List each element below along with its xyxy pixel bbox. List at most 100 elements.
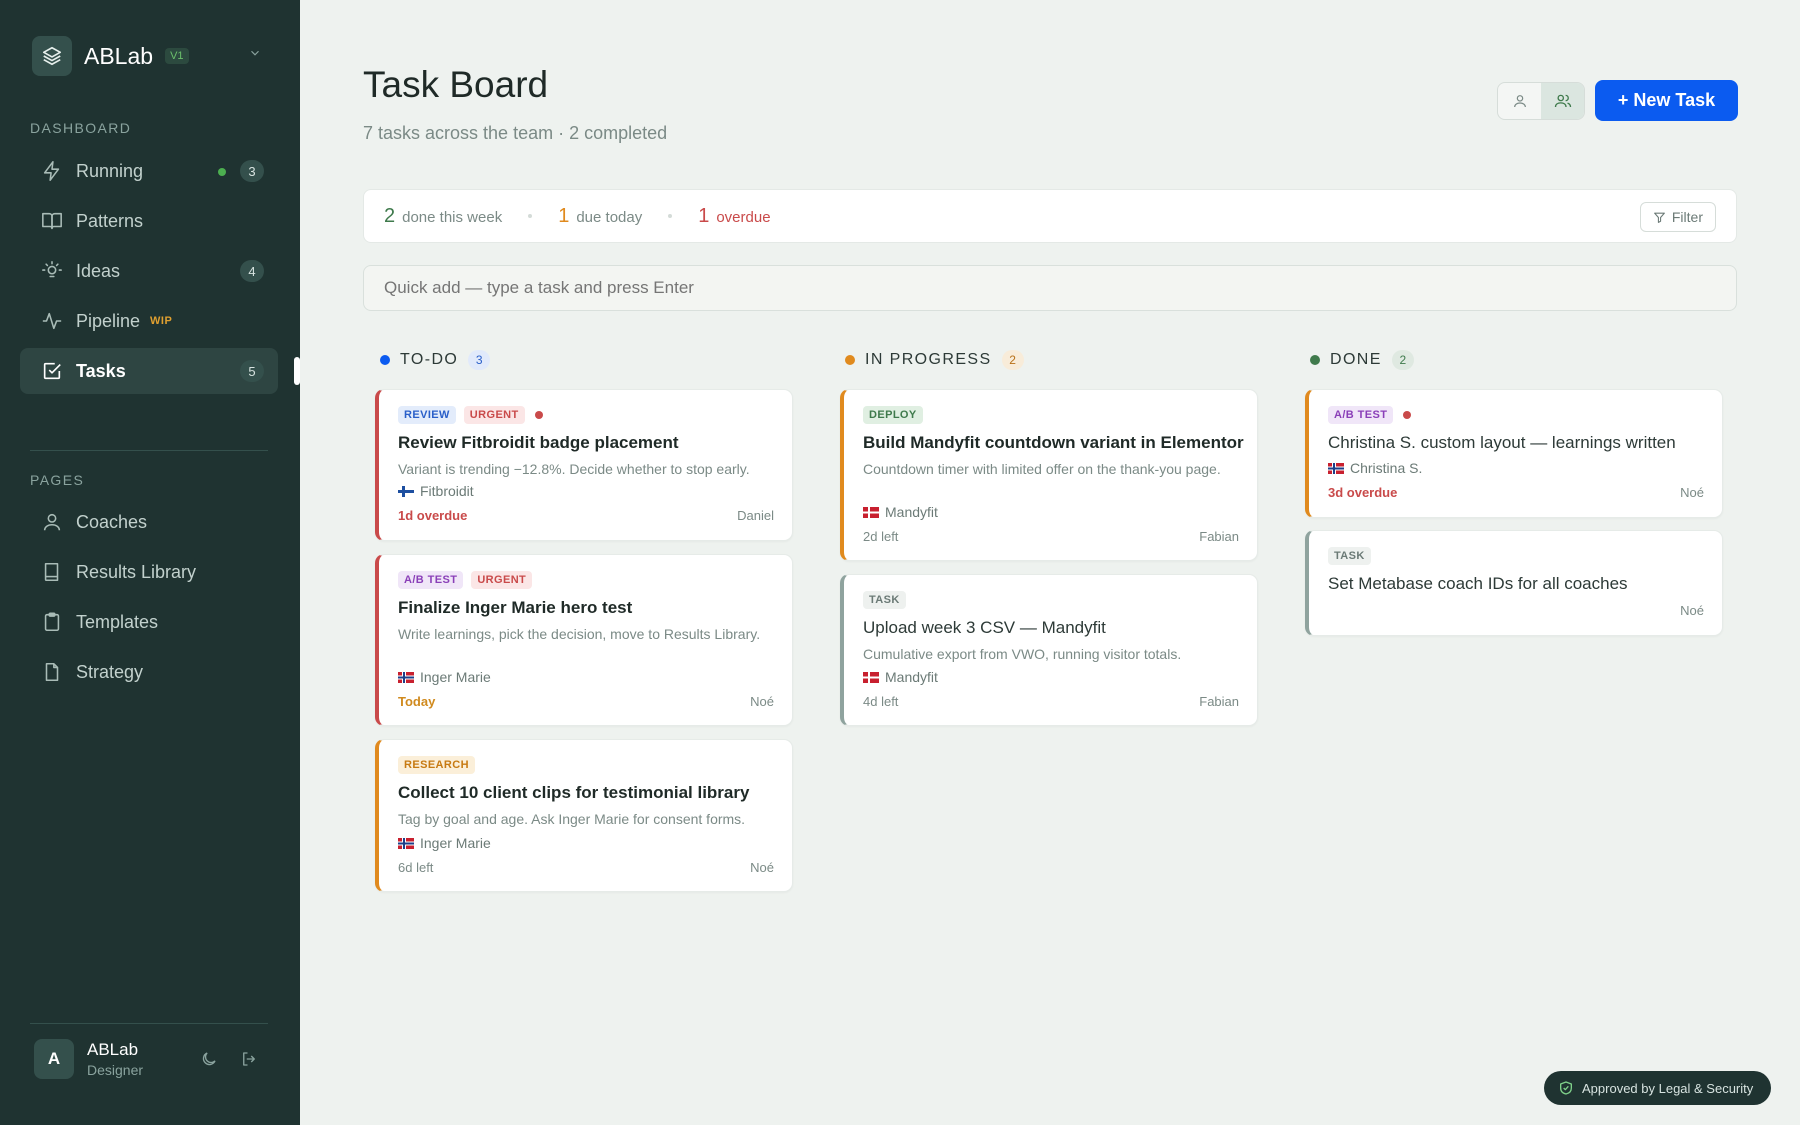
sidebar-divider: [30, 450, 268, 451]
logout-icon[interactable]: [237, 1047, 261, 1071]
filter-icon: [1653, 211, 1666, 224]
live-indicator: [218, 168, 226, 176]
sidebar-item-label: Tasks: [76, 360, 126, 381]
tag-urgent: URGENT: [463, 406, 525, 424]
norway-flag-icon: [1328, 462, 1344, 474]
stat-label: overdue: [716, 208, 771, 226]
page-title: Task Board: [363, 64, 549, 105]
approved-label: Approved by Legal & Security: [1582, 1080, 1754, 1096]
sidebar-item-templates[interactable]: Templates: [20, 599, 278, 645]
quick-add-input[interactable]: [363, 265, 1737, 311]
column-header-in-progress: IN PROGRESS 2: [845, 350, 1024, 370]
active-indicator: [294, 357, 300, 385]
sidebar-item-label: Results Library: [76, 561, 197, 582]
tag-ab-test: A/B TEST: [1328, 406, 1394, 424]
card-title: Build Mandyfit countdown variant in Elem…: [863, 433, 1244, 452]
card-owner: Noé: [1680, 485, 1704, 500]
sidebar-item-running[interactable]: Running 3: [20, 148, 278, 194]
tag-task: TASK: [863, 591, 906, 609]
card-title: Upload week 3 CSV — Mandyfit: [863, 618, 1106, 637]
card-due: 2d left: [863, 529, 899, 544]
team-view-button[interactable]: [1541, 83, 1584, 119]
stat-number: 1: [558, 204, 570, 227]
column-title: TO-DO: [400, 351, 459, 368]
sidebar-item-pipeline[interactable]: Pipeline WIP: [20, 298, 278, 344]
card-title: Review Fitbroidit badge placement: [398, 433, 679, 452]
client-name: Christina S.: [1350, 460, 1423, 476]
client-name: Inger Marie: [420, 669, 491, 685]
single-user-view-button[interactable]: [1498, 83, 1541, 119]
tag-review: REVIEW: [398, 406, 456, 424]
separator: [528, 214, 533, 218]
sidebar-divider: [30, 1023, 268, 1024]
card-due: 6d left: [398, 860, 434, 875]
sidebar-item-strategy[interactable]: Strategy: [20, 649, 278, 695]
task-card[interactable]: RESEARCH Collect 10 client clips for tes…: [375, 739, 793, 892]
card-title: Collect 10 client clips for testimonial …: [398, 783, 750, 802]
book-icon: [40, 560, 64, 584]
card-owner: Noé: [1680, 603, 1704, 618]
card-owner: Noé: [750, 694, 774, 709]
filter-label: Filter: [1671, 209, 1703, 225]
card-description: Cumulative export from VWO, running visi…: [863, 646, 1182, 662]
norway-flag-icon: [398, 671, 414, 683]
column-title: DONE: [1330, 351, 1382, 368]
card-description: Tag by goal and age. Ask Inger Marie for…: [398, 811, 746, 827]
card-description: Write learnings, pick the decision, move…: [398, 626, 761, 642]
card-owner: Fabian: [1199, 529, 1239, 544]
sidebar-item-results-library[interactable]: Results Library: [20, 549, 278, 595]
tag-deploy: DEPLOY: [863, 406, 923, 424]
sidebar-item-label: Templates: [76, 611, 159, 632]
tag-ab-test: A/B TEST: [398, 571, 464, 589]
sidebar-item-coaches[interactable]: Coaches: [20, 499, 278, 545]
stat-number: 2: [384, 204, 396, 227]
card-client: Christina S.: [1328, 460, 1422, 476]
lightning-icon: [40, 159, 64, 183]
client-name: Fitbroidit: [420, 483, 474, 499]
sidebar-item-label: Ideas: [76, 260, 121, 281]
sidebar-item-ideas[interactable]: Ideas 4: [20, 248, 278, 294]
view-toggle: [1497, 82, 1585, 120]
new-task-button[interactable]: + New Task: [1595, 80, 1738, 121]
denmark-flag-icon: [863, 506, 879, 518]
card-due: 3d overdue: [1328, 485, 1398, 500]
task-card[interactable]: A/B TEST Christina S. custom layout — le…: [1305, 389, 1723, 518]
user-profile[interactable]: A ABLab Designer: [34, 1039, 143, 1079]
checkbox-icon: [40, 359, 64, 383]
user-name: ABLab: [87, 1040, 139, 1059]
tag-urgent: URGENT: [471, 571, 533, 589]
user-role: Designer: [87, 1062, 144, 1078]
card-title: Christina S. custom layout — learnings w…: [1328, 433, 1676, 452]
status-dot: [1310, 355, 1320, 365]
card-description: Countdown timer with limited offer on th…: [863, 461, 1221, 477]
status-dot: [845, 355, 855, 365]
page-subtitle: 7 tasks across the team · 2 completed: [363, 123, 668, 143]
denmark-flag-icon: [863, 671, 879, 683]
task-card[interactable]: REVIEW URGENT Review Fitbroidit badge pl…: [375, 389, 793, 541]
lightbulb-icon: [40, 259, 64, 283]
priority-dot: [1403, 411, 1412, 419]
finland-flag-icon: [398, 485, 414, 497]
card-description: Variant is trending −12.8%. Decide wheth…: [398, 461, 750, 477]
column-title: IN PROGRESS: [865, 351, 992, 368]
card-title: Set Metabase coach IDs for all coaches: [1328, 574, 1628, 593]
norway-flag-icon: [398, 837, 414, 849]
chevron-down-icon[interactable]: [248, 46, 262, 65]
section-title-dashboard: DASHBOARD: [30, 120, 132, 136]
client-name: Mandyfit: [885, 504, 938, 520]
tag-research: RESEARCH: [398, 756, 475, 774]
task-card[interactable]: TASK Set Metabase coach IDs for all coac…: [1305, 530, 1723, 636]
sidebar-item-patterns[interactable]: Patterns: [20, 198, 278, 244]
stat-number: 1: [698, 204, 710, 227]
moon-icon[interactable]: [197, 1047, 221, 1071]
task-card[interactable]: DEPLOY Build Mandyfit countdown variant …: [840, 389, 1258, 561]
task-card[interactable]: TASK Upload week 3 CSV — Mandyfit Cumula…: [840, 574, 1258, 726]
version-badge: V1: [165, 48, 189, 64]
layers-icon: [32, 36, 72, 76]
sidebar-item-tasks[interactable]: Tasks 5: [20, 348, 278, 394]
brand[interactable]: ABLab V1: [32, 36, 189, 76]
task-card[interactable]: A/B TEST URGENT Finalize Inger Marie her…: [375, 554, 793, 726]
filter-button[interactable]: Filter: [1639, 202, 1716, 232]
client-name: Mandyfit: [885, 669, 938, 685]
avatar: A: [34, 1039, 74, 1079]
